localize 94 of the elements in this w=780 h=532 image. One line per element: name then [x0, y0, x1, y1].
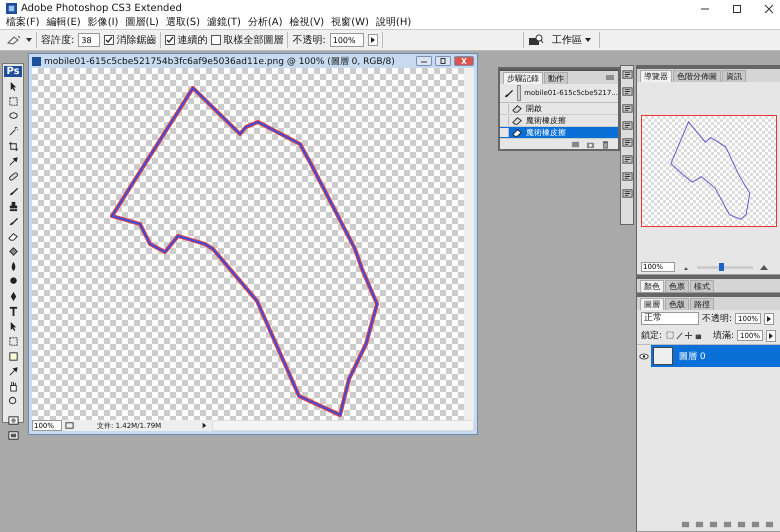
- blend-mode-dropdown[interactable]: 正常: [641, 312, 699, 325]
- note-tool-icon[interactable]: [8, 351, 18, 362]
- fill-arrow-button[interactable]: [766, 330, 776, 342]
- opacity-arrow-button[interactable]: [368, 34, 378, 46]
- eraser-icon: [512, 127, 523, 138]
- menu-item[interactable]: 濾鏡(T): [206, 17, 241, 29]
- panel-tab[interactable]: 顏色: [640, 280, 664, 292]
- option-checkbox[interactable]: 消除鋸齒: [104, 33, 156, 47]
- ps-logo[interactable]: Ps: [4, 66, 22, 77]
- option-checkbox[interactable]: 取樣全部圖層: [211, 33, 284, 47]
- bucket-tool-icon[interactable]: [8, 246, 18, 257]
- panel-tab[interactable]: 路徑: [690, 298, 714, 310]
- menu-item[interactable]: 影像(I): [88, 17, 118, 29]
- lasso-tool-icon[interactable]: [8, 111, 18, 122]
- tolerance-label: 容許度:: [41, 34, 74, 47]
- dropper-tool-icon[interactable]: [8, 156, 18, 167]
- close-button[interactable]: [454, 56, 474, 66]
- zoom-slider-thumb[interactable]: [719, 262, 724, 270]
- minimize-button[interactable]: [416, 56, 432, 66]
- eye-icon[interactable]: [639, 352, 649, 360]
- menu-item[interactable]: 選取(S): [166, 17, 200, 29]
- rect-tool-icon[interactable]: [8, 336, 18, 347]
- lock-icons-drawing[interactable]: [665, 331, 704, 340]
- menu-item[interactable]: 說明(H): [376, 17, 412, 29]
- maximize-icon: [438, 58, 448, 64]
- camera-icon[interactable]: [586, 140, 595, 148]
- panel-tab[interactable]: 圖層: [640, 298, 664, 310]
- triangle-icon: [769, 332, 773, 338]
- menu-item[interactable]: 分析(A): [248, 17, 283, 29]
- panel-tab[interactable]: 色版: [665, 298, 689, 310]
- panel-menu-icon[interactable]: [605, 74, 615, 80]
- eyedrop-tool-icon[interactable]: [8, 366, 18, 377]
- zoom-tool-icon[interactable]: [8, 396, 18, 407]
- navigator-preview[interactable]: [640, 115, 776, 227]
- status-menu-arrow-icon[interactable]: [200, 421, 209, 430]
- marquee-tool-icon[interactable]: [8, 96, 18, 107]
- snapshot-thumbnail[interactable]: [517, 85, 522, 101]
- hand-tool-icon[interactable]: [8, 381, 18, 392]
- crop-tool-icon[interactable]: [8, 141, 18, 152]
- eraser-wand-icon[interactable]: [6, 34, 22, 46]
- layer-item[interactable]: 圖層 0: [651, 345, 780, 367]
- horizontal-scrollbar[interactable]: [212, 420, 474, 431]
- screen-mode-icon[interactable]: [8, 430, 18, 441]
- panel-tab[interactable]: 色票: [665, 280, 689, 292]
- panel-tab[interactable]: 資訊: [722, 70, 746, 82]
- menu-item[interactable]: 編輯(E): [46, 17, 81, 29]
- status-icon[interactable]: [65, 421, 74, 430]
- wand-tool-icon[interactable]: [8, 126, 18, 137]
- document-title: mobile01-615c5cbe521754b3fc6af9e5036ad11e.png @ 100% (圖層 0, RGB/8): [44, 56, 395, 68]
- history-tool-icon[interactable]: [8, 216, 18, 227]
- close-icon: [459, 58, 469, 64]
- panel-tab[interactable]: 動作: [544, 72, 568, 84]
- opacity-arrow-button[interactable]: [764, 312, 774, 324]
- triangle-icon: [767, 316, 772, 322]
- tolerance-field[interactable]: 38: [78, 33, 100, 47]
- menu-item[interactable]: 檢視(V): [290, 17, 324, 29]
- document-icon: [32, 56, 41, 66]
- checkmark-icon: [166, 36, 174, 44]
- eraser-icon: [512, 103, 523, 114]
- menu-item[interactable]: 檔案(F): [6, 17, 40, 29]
- panel-tab[interactable]: 步驟記錄: [503, 72, 543, 84]
- brush-icon: [503, 88, 514, 98]
- panel-tab[interactable]: 導覽器: [640, 70, 672, 82]
- history-step[interactable]: 魔術橡皮擦: [500, 127, 618, 139]
- option-checkbox[interactable]: 連續的: [165, 33, 208, 47]
- opacity-label: 不透明:: [292, 34, 326, 47]
- maximize-icon[interactable]: [732, 4, 742, 14]
- vertical-scrollbar[interactable]: [464, 68, 474, 420]
- caret-icon[interactable]: [26, 38, 32, 42]
- brush-tool-icon[interactable]: [8, 186, 18, 197]
- lock-label: 鎖定:: [641, 330, 662, 342]
- close-icon[interactable]: [764, 4, 774, 14]
- window-title: Adobe Photoshop CS3 Extended: [21, 3, 182, 14]
- app-logo-icon: [6, 3, 17, 14]
- bandage-tool-icon[interactable]: [8, 171, 18, 182]
- panel-tab[interactable]: 樣式: [690, 280, 714, 292]
- eraser-tool-icon[interactable]: [8, 231, 18, 242]
- menu-item[interactable]: 圖層(L): [125, 17, 159, 29]
- fill-label: 填滿:: [712, 330, 734, 342]
- triangle-icon: [370, 37, 375, 43]
- zoom-in-icon[interactable]: [759, 264, 769, 270]
- type-tool-icon[interactable]: [8, 306, 18, 317]
- stamp-tool-icon[interactable]: [8, 201, 18, 212]
- maximize-button[interactable]: [435, 56, 451, 66]
- menu-item[interactable]: 視窗(W): [331, 17, 369, 29]
- panel-tab[interactable]: 色階分佈圖: [673, 70, 721, 82]
- checkmark-icon: [105, 36, 114, 44]
- quick-mask-icon[interactable]: [8, 415, 18, 426]
- workspace-button[interactable]: 工作區: [548, 33, 595, 47]
- opacity-field[interactable]: 100%: [330, 33, 364, 47]
- opacity-label: 不透明:: [702, 312, 732, 325]
- history-step[interactable]: 開啟: [500, 103, 618, 115]
- file-browser-icon[interactable]: [528, 34, 544, 46]
- caret-icon: [585, 38, 591, 42]
